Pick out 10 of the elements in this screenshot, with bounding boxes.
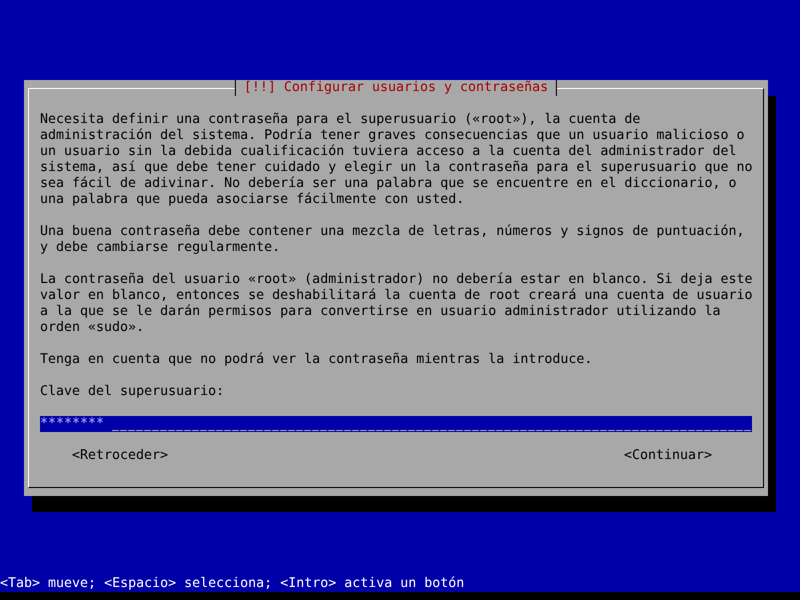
key-hint-text: <Tab> mueve; <Espacio> selecciona; <Intro> activa un botón bbox=[0, 576, 466, 592]
dialog-button[interactable]: <Continuar> bbox=[624, 448, 712, 464]
dialog-title: [!!] Configurar usuarios y contraseñas bbox=[234, 80, 558, 96]
password-field[interactable]: ******** bbox=[40, 416, 752, 432]
dialog-button[interactable]: <Retroceder> bbox=[72, 448, 168, 464]
paragraph: Necesita definir una contraseña para el superusuario («root»), la cuenta de administración del sistema. Podría tener graves consecuencias que un usuario malicioso o un usuario sin la debida cualificación tuviera acceso a la cuenta del administrador del sistema, así que debe tener cuidado y elegir un la contraseña para el superusuario que no sea fácil de adivinar. No debería ser una palabra que se encuentre en el diccionario, o una palabra que pueda asociarse fácilmente con usted. bbox=[40, 112, 754, 208]
paragraph: La contraseña del usuario «root» (administrador) no debería estar en blanco. Si deja este valor en blanco, entonces se deshabilitará la cuenta de root creará una cuenta de usuario a la que se le darán permisos para convertirse en usuario administrador utilizando la orden «sudo». bbox=[40, 272, 754, 336]
paragraph: Tenga en cuenta que no podrá ver la contraseña mientras la introduce. bbox=[40, 352, 594, 368]
paragraph: Una buena contraseña debe contener una mezcla de letras, números y signos de puntuación, y debe cambiarse regularmente. bbox=[40, 224, 746, 256]
field-label: Clave del superusuario: bbox=[40, 384, 226, 400]
